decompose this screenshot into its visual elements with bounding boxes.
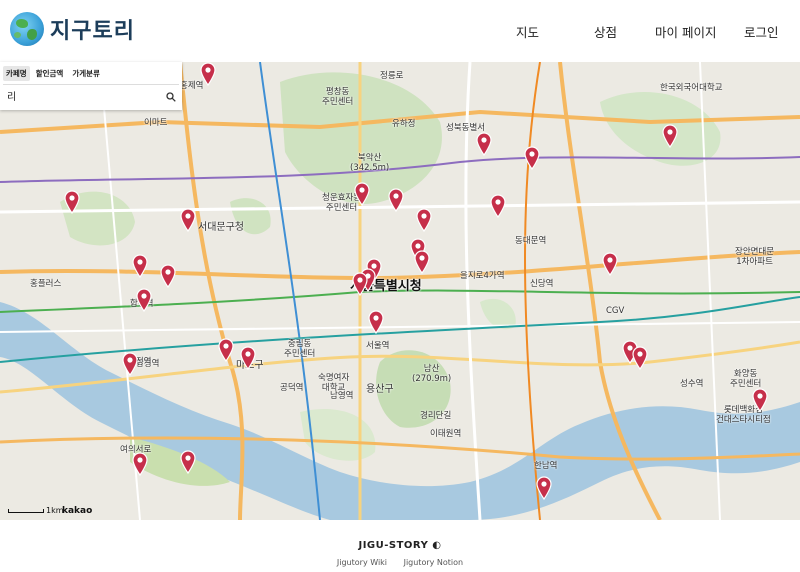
map-label: 이태원역	[430, 429, 462, 439]
scale-label: 1km	[46, 506, 64, 515]
store-marker-icon[interactable]	[354, 182, 370, 206]
map-view[interactable]: 서울특별시청 남산 (270.9m) 북악산 (342.5m) 서대문구청 성북…	[0, 62, 800, 520]
store-marker-icon[interactable]	[632, 346, 648, 370]
store-marker-icon[interactable]	[602, 252, 618, 276]
footer-brand-text: JIGU-STORY	[358, 540, 429, 551]
map-label: 경리단길	[420, 411, 452, 421]
map-label: 이마트	[144, 118, 168, 128]
footer-link-notion[interactable]: Jigutory Notion	[404, 558, 464, 567]
scale-bar	[8, 508, 44, 513]
footer-brand: JIGU-STORY ◐	[0, 540, 800, 551]
map-scale: 1km	[8, 506, 64, 515]
store-marker-icon[interactable]	[490, 194, 506, 218]
globe-icon: ◐	[432, 540, 442, 551]
tab-discount[interactable]: 할인금액	[33, 66, 67, 81]
store-marker-icon[interactable]	[200, 62, 216, 86]
map-label: 남영역	[330, 391, 354, 401]
map-label: 유하정	[392, 119, 416, 129]
map-label: 홍플러스	[30, 279, 62, 289]
map-attribution: kakao	[62, 506, 93, 516]
nav-mypage[interactable]: 마이 페이지	[655, 22, 716, 41]
store-marker-icon[interactable]	[218, 338, 234, 362]
store-marker-icon[interactable]	[414, 250, 430, 274]
map-label: 성수역	[680, 379, 704, 389]
store-marker-icon[interactable]	[122, 352, 138, 376]
nav-map[interactable]: 지도	[516, 22, 539, 41]
map-label: 장안면대문 1차아파트	[735, 247, 775, 267]
map-label: 용산구	[366, 384, 394, 395]
store-marker-icon[interactable]	[662, 124, 678, 148]
map-label: 서대문구청	[198, 222, 244, 233]
store-marker-icon[interactable]	[388, 188, 404, 212]
store-marker-icon[interactable]	[352, 272, 368, 296]
store-marker-icon[interactable]	[240, 346, 256, 370]
store-marker-icon[interactable]	[416, 208, 432, 232]
footer-link-wiki[interactable]: Jigutory Wiki	[337, 558, 387, 567]
map-label: 동대문역	[515, 236, 547, 246]
tab-store-category[interactable]: 가게분류	[69, 66, 103, 81]
main-nav: 지도 상점 마이 페이지 로그인	[0, 22, 800, 42]
store-marker-icon[interactable]	[752, 388, 768, 412]
store-marker-icon[interactable]	[524, 146, 540, 170]
filter-tabs: 카페명 할인금액 가게분류	[3, 66, 103, 81]
store-marker-icon[interactable]	[132, 254, 148, 278]
map-label: 공덕역	[280, 383, 304, 393]
store-marker-icon[interactable]	[64, 190, 80, 214]
map-label: 화양동 주민센터	[730, 369, 762, 389]
map-label: 중림동 주민센터	[284, 339, 316, 359]
tab-cafe-name[interactable]: 카페명	[3, 66, 30, 81]
search-input[interactable]	[3, 84, 179, 106]
store-marker-icon[interactable]	[368, 310, 384, 334]
map-label: CGV	[606, 306, 625, 316]
nav-shop[interactable]: 상점	[594, 22, 617, 41]
map-label: 평창동 주민센터	[322, 87, 354, 107]
store-marker-icon[interactable]	[180, 208, 196, 232]
map-label: 한국외국어대학교	[660, 83, 723, 93]
map-label: 정릉로	[380, 71, 404, 81]
store-marker-icon[interactable]	[536, 476, 552, 500]
nav-login[interactable]: 로그인	[744, 22, 779, 41]
search-panel: 카페명 할인금액 가게분류	[0, 62, 182, 110]
map-label: 북악산 (342.5m)	[350, 153, 390, 173]
store-marker-icon[interactable]	[180, 450, 196, 474]
app-header: 지구토리 지도 상점 마이 페이지 로그인	[0, 0, 800, 62]
map-label: 남산 (270.9m)	[412, 364, 452, 384]
search-icon[interactable]	[166, 92, 176, 102]
store-marker-icon[interactable]	[476, 132, 492, 156]
store-marker-icon[interactable]	[132, 452, 148, 476]
store-marker-icon[interactable]	[136, 288, 152, 312]
footer: JIGU-STORY ◐ Jigutory Wiki Jigutory Noti…	[0, 520, 800, 572]
footer-links: Jigutory Wiki Jigutory Notion	[0, 558, 800, 567]
map-label: 서울역	[366, 341, 390, 351]
map-label: 신당역	[530, 279, 554, 289]
map-label: 을지로4가역	[460, 271, 505, 281]
store-marker-icon[interactable]	[160, 264, 176, 288]
map-label: 한남역	[534, 461, 558, 471]
